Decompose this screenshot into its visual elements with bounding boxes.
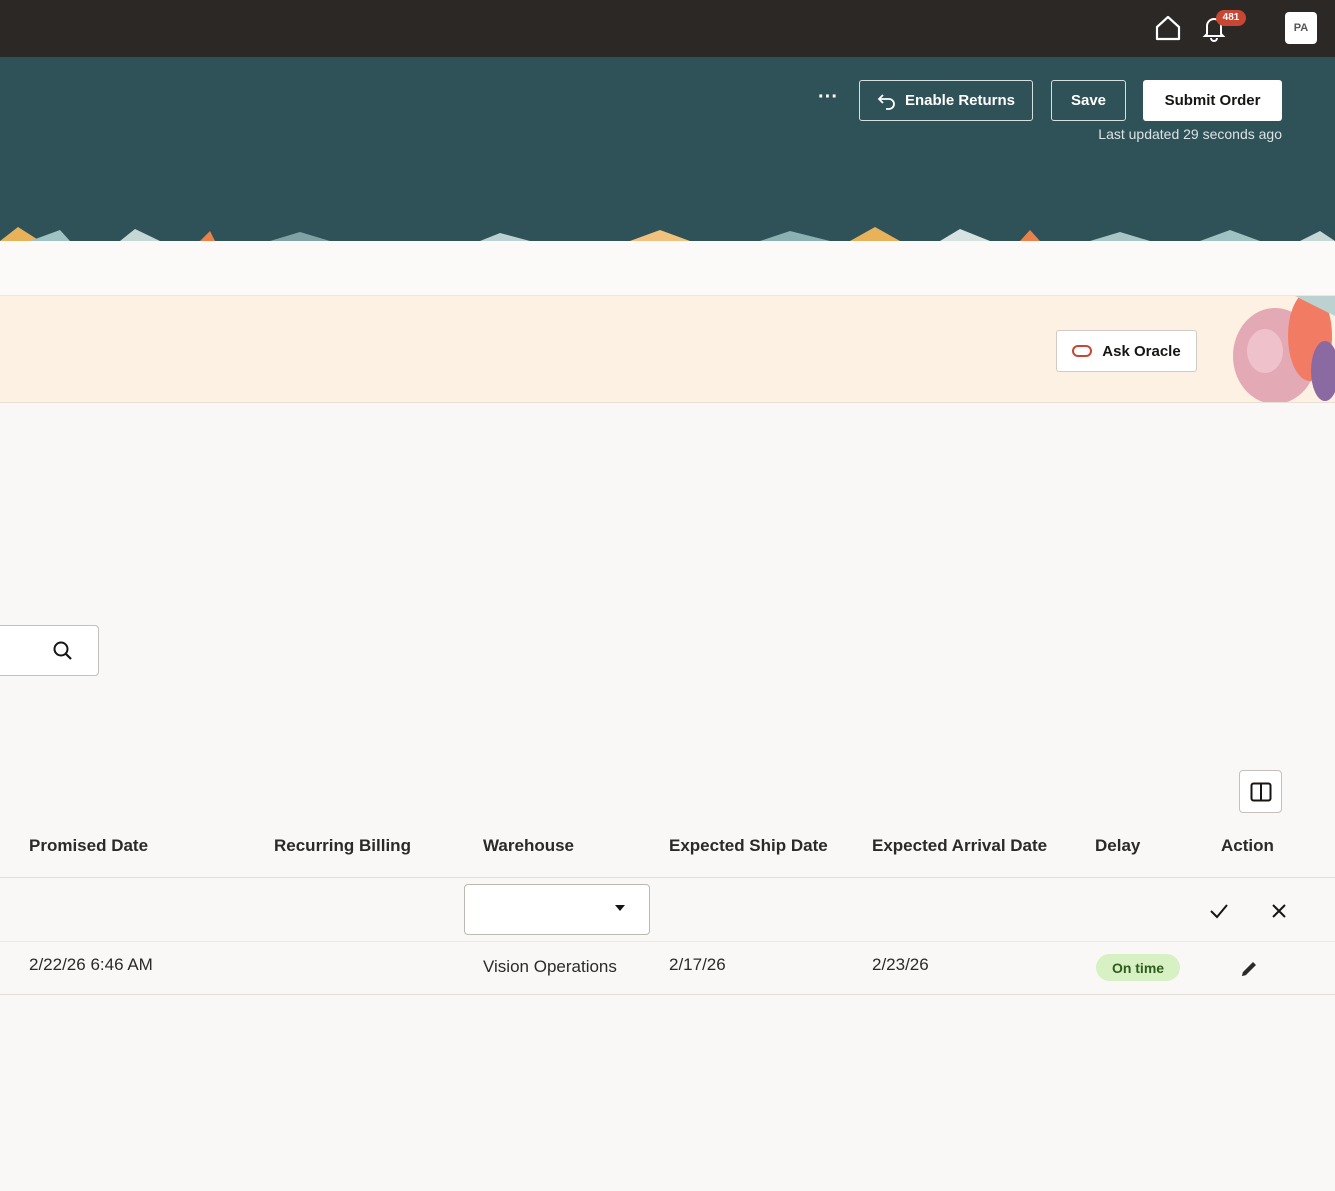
undo-arrow-icon (877, 93, 895, 110)
cancel-close-icon[interactable] (1265, 897, 1293, 925)
cell-expected-arrival-date: 2/23/26 (872, 955, 929, 974)
ask-oracle-button[interactable]: Ask Oracle (1056, 330, 1197, 372)
notification-count-badge: 481 (1216, 10, 1246, 26)
column-header-warehouse[interactable]: Warehouse (483, 836, 574, 856)
submit-order-button[interactable]: Submit Order (1143, 80, 1282, 121)
column-header-delay[interactable]: Delay (1095, 836, 1140, 856)
table-bottom-divider (0, 994, 1335, 995)
enable-returns-label: Enable Returns (904, 92, 1016, 109)
ellipsis-icon: ··· (818, 86, 838, 108)
column-header-expected-arrival-date[interactable]: Expected Arrival Date (872, 836, 1047, 856)
header-divider (0, 877, 1335, 878)
column-header-expected-ship-date[interactable]: Expected Ship Date (669, 836, 828, 856)
decorative-band (0, 227, 1335, 241)
caret-down-icon (615, 905, 625, 911)
warehouse-select[interactable] (464, 884, 650, 935)
column-header-action: Action (1221, 836, 1274, 855)
oracle-logo-icon (1072, 345, 1093, 357)
save-label: Save (1070, 92, 1107, 109)
ask-oracle-label: Ask Oracle (1102, 342, 1181, 360)
notifications-button[interactable]: 481 (1198, 10, 1246, 44)
last-updated-text: Last updated 29 seconds ago (1098, 126, 1282, 142)
edit-pencil-icon[interactable] (1235, 955, 1263, 983)
home-icon[interactable] (1152, 12, 1184, 44)
cell-expected-ship-date: 2/17/26 (669, 955, 726, 974)
enable-returns-button[interactable]: Enable Returns (859, 80, 1033, 121)
assistant-banner: Ask Oracle (0, 295, 1335, 403)
content-strip (0, 241, 1335, 295)
status-badge: On time (1096, 954, 1180, 981)
submit-order-label: Submit Order (1164, 92, 1261, 109)
more-actions-button[interactable]: ··· (810, 86, 846, 114)
avatar[interactable]: PA (1285, 12, 1317, 44)
flower-illustration (1233, 296, 1335, 402)
save-button[interactable]: Save (1051, 80, 1126, 121)
column-header-promised-date[interactable]: Promised Date (29, 836, 148, 856)
columns-button[interactable] (1239, 770, 1282, 813)
cell-promised-date: 2/22/26 6:46 AM (29, 955, 153, 974)
confirm-check-icon[interactable] (1205, 897, 1233, 925)
cell-warehouse: Vision Operations (483, 957, 617, 976)
search-icon[interactable] (52, 640, 74, 662)
row-divider (0, 941, 1335, 942)
search-input[interactable] (0, 625, 99, 676)
column-header-recurring-billing[interactable]: Recurring Billing (274, 836, 411, 856)
page-header (0, 57, 1335, 227)
global-header: 481 PA (0, 0, 1335, 57)
columns-icon (1250, 782, 1271, 801)
